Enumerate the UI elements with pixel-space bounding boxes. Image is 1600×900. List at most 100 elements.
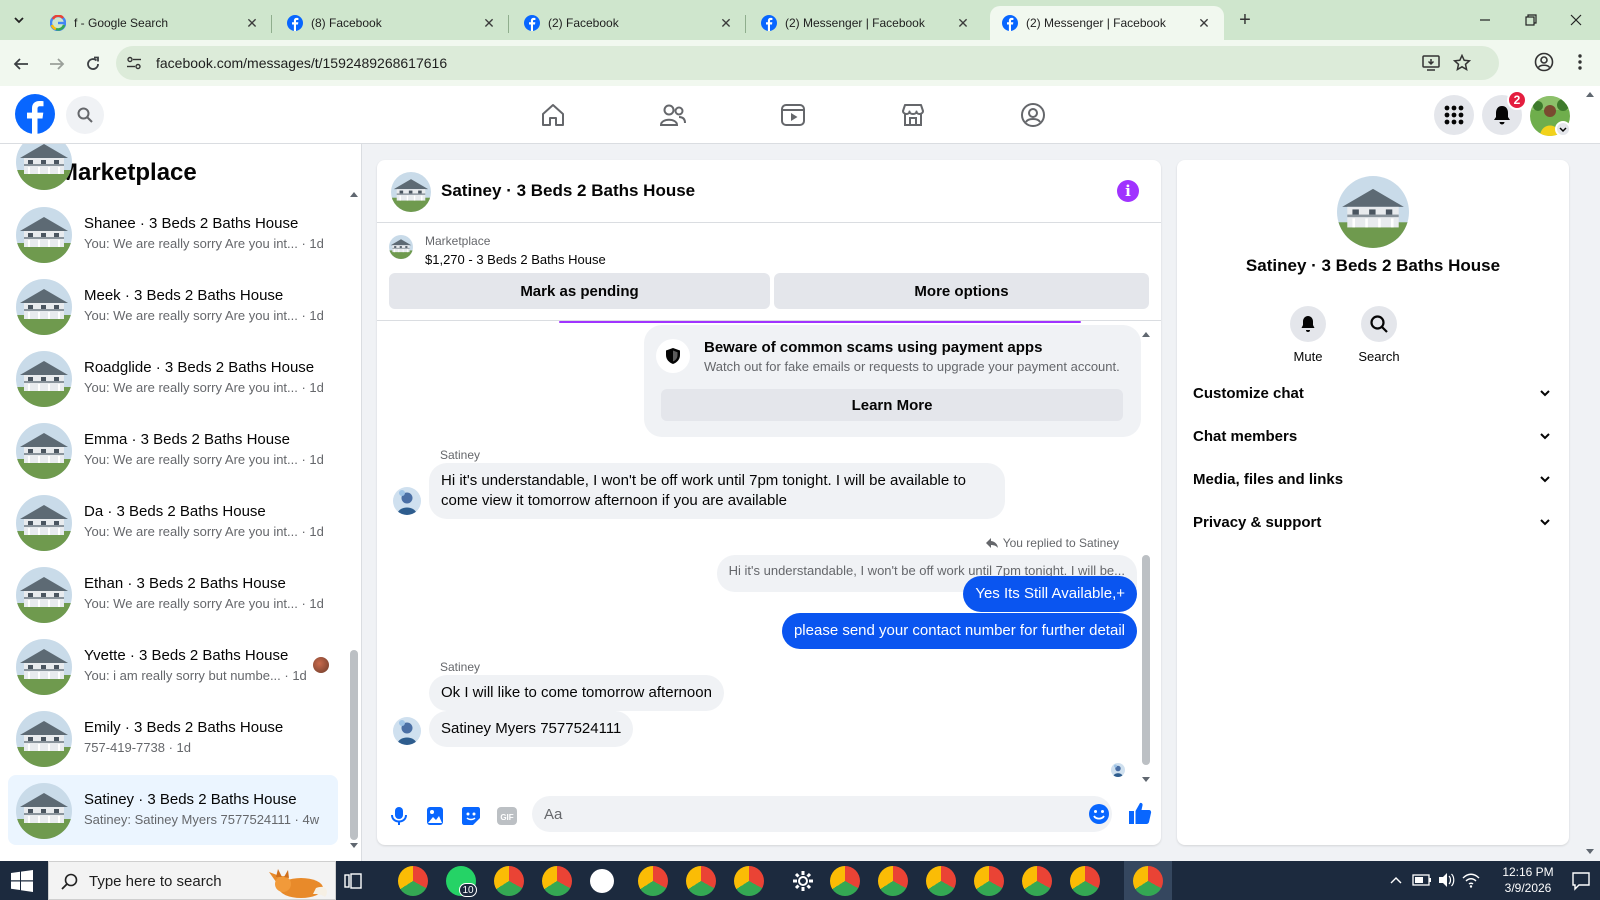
mute-button[interactable]: Mute	[1273, 306, 1343, 364]
settings-gear-icon[interactable]	[792, 870, 814, 892]
chrome-taskbar-icon[interactable]	[878, 866, 908, 896]
browser-tab-2[interactable]: (8) Facebook ✕	[275, 6, 509, 40]
site-info-icon[interactable]	[126, 55, 142, 71]
chat-scrollbar[interactable]	[1141, 330, 1151, 785]
chrome-taskbar-icon-active[interactable]	[1133, 866, 1163, 896]
tab-close-icon[interactable]: ✕	[955, 15, 971, 31]
learn-more-button[interactable]: Learn More	[661, 389, 1123, 421]
forward-arrow-icon[interactable]	[46, 53, 68, 75]
search-icon[interactable]	[1361, 306, 1397, 342]
chrome-taskbar-icon[interactable]	[398, 866, 428, 896]
wifi-icon[interactable]	[1462, 872, 1480, 888]
page-scrollbar[interactable]	[1580, 86, 1600, 861]
chrome-taskbar-icon[interactable]	[734, 866, 764, 896]
conversation-item[interactable]: Shanee · 3 Beds 2 Baths House You: We ar…	[8, 199, 338, 269]
photo-icon[interactable]	[423, 804, 447, 828]
conversation-item[interactable]: Ethan · 3 Beds 2 Baths House You: We are…	[8, 559, 338, 629]
menu-grid-icon[interactable]	[1434, 95, 1474, 135]
new-tab-plus-icon[interactable]: +	[1234, 10, 1256, 32]
chrome-taskbar-icon[interactable]	[926, 866, 956, 896]
conversation-item-partial[interactable]	[8, 144, 338, 196]
video-icon[interactable]	[778, 100, 808, 130]
bookmark-star-icon[interactable]	[1453, 54, 1471, 72]
chrome-taskbar-icon[interactable]	[638, 866, 668, 896]
chrome-taskbar-icon[interactable]	[542, 866, 572, 896]
app-taskbar-icon[interactable]	[590, 869, 614, 893]
outgoing-message[interactable]: please send your contact number for furt…	[781, 613, 1137, 649]
battery-icon[interactable]	[1412, 873, 1434, 887]
tab-close-icon[interactable]: ✕	[718, 15, 734, 31]
facebook-logo-icon[interactable]	[15, 94, 55, 134]
address-bar[interactable]: facebook.com/messages/t/1592489268617616	[116, 46, 1499, 80]
mark-as-pending-button[interactable]: Mark as pending	[389, 273, 770, 309]
customize-chat-row[interactable]: Customize chat	[1193, 373, 1553, 413]
browser-tab-4[interactable]: (2) Messenger | Facebook ✕	[749, 6, 983, 40]
windows-start-icon[interactable]	[10, 869, 34, 893]
tab-search-chevron-icon[interactable]	[8, 9, 30, 31]
taskbar-clock[interactable]: 12:16 PM 3/9/2026	[1488, 864, 1568, 896]
scroll-up-icon[interactable]	[1141, 330, 1151, 338]
scrollbar-thumb[interactable]	[1142, 555, 1150, 765]
browser-tab-5-active[interactable]: (2) Messenger | Facebook ✕	[990, 6, 1224, 40]
conversation-info-icon[interactable]: i	[1117, 180, 1139, 202]
info-listing-thumbnail[interactable]	[1337, 176, 1409, 248]
sidebar-scrollbar[interactable]	[350, 190, 358, 850]
restore-icon[interactable]	[1518, 8, 1544, 32]
emoji-icon[interactable]	[1088, 803, 1110, 825]
chat-members-row[interactable]: Chat members	[1193, 416, 1553, 456]
gaming-icon[interactable]	[1018, 100, 1048, 130]
conversation-item[interactable]: Emily · 3 Beds 2 Baths House 757-419-773…	[8, 703, 338, 773]
browser-tab-1[interactable]: f - Google Search ✕	[38, 6, 272, 40]
scroll-down-icon[interactable]	[1585, 848, 1595, 856]
outgoing-message[interactable]: Yes Its Still Available,+	[963, 576, 1137, 612]
task-view-icon[interactable]	[344, 872, 362, 890]
gif-icon[interactable]: GIF	[495, 804, 519, 828]
scroll-down-icon[interactable]	[350, 842, 358, 850]
chrome-taskbar-icon[interactable]	[1070, 866, 1100, 896]
incoming-message[interactable]: Ok I will like to come tomorrow afternoo…	[429, 675, 724, 711]
tab-close-icon[interactable]: ✕	[1196, 15, 1212, 31]
notification-center-icon[interactable]	[1571, 871, 1591, 891]
tab-close-icon[interactable]: ✕	[481, 15, 497, 31]
conversation-item[interactable]: Emma · 3 Beds 2 Baths House You: We are …	[8, 415, 338, 485]
tab-close-icon[interactable]: ✕	[244, 15, 260, 31]
browser-menu-icon[interactable]	[1570, 52, 1590, 72]
marketplace-icon[interactable]	[898, 100, 928, 130]
privacy-support-row[interactable]: Privacy & support	[1193, 502, 1553, 542]
chat-title[interactable]: Satiney · 3 Beds 2 Baths House	[441, 181, 695, 201]
home-icon[interactable]	[538, 100, 568, 130]
incoming-message[interactable]: Hi it's understandable, I won't be off w…	[429, 463, 1005, 519]
conversation-item[interactable]: Meek · 3 Beds 2 Baths House You: We are …	[8, 271, 338, 341]
account-icon[interactable]	[1534, 52, 1554, 72]
chrome-taskbar-icon[interactable]	[830, 866, 860, 896]
conversation-item[interactable]: Yvette · 3 Beds 2 Baths House You: i am …	[8, 631, 338, 701]
message-input[interactable]	[532, 796, 1112, 832]
scroll-up-icon[interactable]	[350, 190, 358, 198]
minimize-icon[interactable]	[1472, 8, 1498, 32]
reload-icon[interactable]	[82, 53, 104, 75]
microphone-icon[interactable]	[387, 804, 411, 828]
volume-icon[interactable]	[1438, 872, 1456, 888]
listing-mini-thumbnail[interactable]	[389, 235, 413, 259]
chrome-taskbar-icon[interactable]	[494, 866, 524, 896]
tray-chevron-up-icon[interactable]	[1390, 875, 1402, 885]
window-close-icon[interactable]	[1563, 8, 1589, 32]
account-chevron-icon[interactable]	[1555, 121, 1571, 137]
scroll-down-icon[interactable]	[1141, 776, 1151, 784]
browser-tab-3[interactable]: (2) Facebook ✕	[512, 6, 746, 40]
install-app-icon[interactable]	[1422, 54, 1440, 72]
conversation-item[interactable]: Da · 3 Beds 2 Baths House You: We are re…	[8, 487, 338, 557]
chrome-taskbar-icon[interactable]	[974, 866, 1004, 896]
thumbs-up-like-icon[interactable]	[1127, 800, 1153, 826]
chrome-taskbar-icon[interactable]	[686, 866, 716, 896]
facebook-search-icon[interactable]	[66, 96, 104, 134]
sticker-icon[interactable]	[459, 804, 483, 828]
listing-price-title[interactable]: $1,270 - 3 Beds 2 Baths House	[425, 252, 606, 267]
incoming-message[interactable]: Satiney Myers 7577524111	[429, 711, 634, 747]
friends-icon[interactable]	[658, 100, 688, 130]
conversation-item[interactable]: Roadglide · 3 Beds 2 Baths House You: We…	[8, 343, 338, 413]
bell-icon[interactable]	[1290, 306, 1326, 342]
sender-avatar[interactable]	[393, 717, 421, 745]
back-arrow-icon[interactable]	[10, 53, 32, 75]
scrollbar-thumb[interactable]	[350, 650, 358, 840]
